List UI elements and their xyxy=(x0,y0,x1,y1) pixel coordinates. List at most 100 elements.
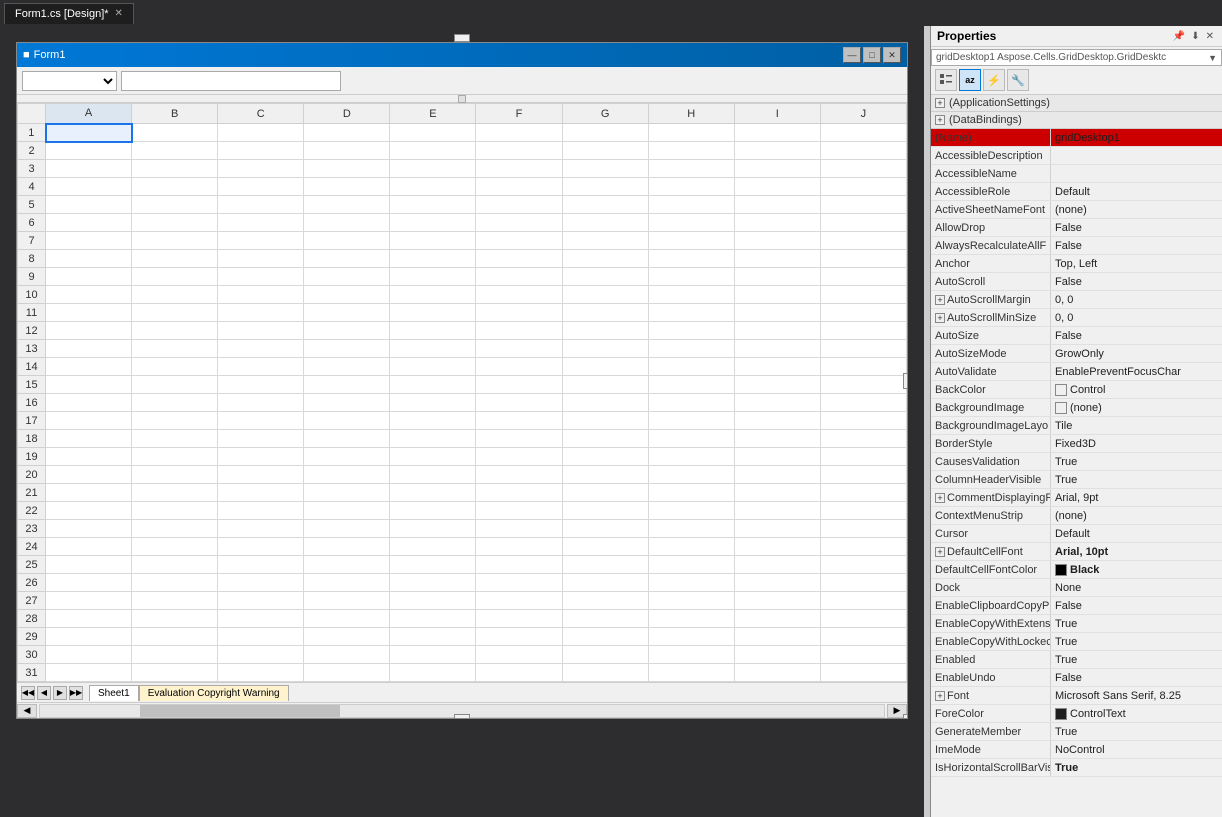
cell-G14[interactable] xyxy=(562,358,648,376)
cell-H28[interactable] xyxy=(648,610,734,628)
cell-I14[interactable] xyxy=(734,358,820,376)
cell-I29[interactable] xyxy=(734,628,820,646)
row-header-5[interactable]: 5 xyxy=(18,196,46,214)
cell-B4[interactable] xyxy=(132,178,218,196)
cell-G20[interactable] xyxy=(562,466,648,484)
cell-E10[interactable] xyxy=(390,286,476,304)
cell-G27[interactable] xyxy=(562,592,648,610)
cell-J8[interactable] xyxy=(820,250,906,268)
cell-H13[interactable] xyxy=(648,340,734,358)
cell-F16[interactable] xyxy=(476,394,562,412)
cell-B12[interactable] xyxy=(132,322,218,340)
row-header-20[interactable]: 20 xyxy=(18,466,46,484)
prop-row-EnableUndo[interactable]: EnableUndoFalse xyxy=(931,669,1222,687)
cell-C28[interactable] xyxy=(218,610,304,628)
tab-form1-design[interactable]: Form1.cs [Design]* ✕ xyxy=(4,3,134,24)
cell-G11[interactable] xyxy=(562,304,648,322)
cell-A3[interactable] xyxy=(46,160,132,178)
cell-B1[interactable] xyxy=(132,124,218,142)
cell-reference-dropdown[interactable] xyxy=(22,71,117,91)
cell-G23[interactable] xyxy=(562,520,648,538)
cell-D4[interactable] xyxy=(304,178,390,196)
scroll-thumb[interactable] xyxy=(140,705,340,717)
cell-H22[interactable] xyxy=(648,502,734,520)
cell-J30[interactable] xyxy=(820,646,906,664)
cell-G12[interactable] xyxy=(562,322,648,340)
cell-F25[interactable] xyxy=(476,556,562,574)
cell-B30[interactable] xyxy=(132,646,218,664)
cell-D17[interactable] xyxy=(304,412,390,430)
cell-I18[interactable] xyxy=(734,430,820,448)
cell-F26[interactable] xyxy=(476,574,562,592)
row-header-24[interactable]: 24 xyxy=(18,538,46,556)
prop-row-Font[interactable]: +FontMicrosoft Sans Serif, 8.25 xyxy=(931,687,1222,705)
cell-J7[interactable] xyxy=(820,232,906,250)
cell-C27[interactable] xyxy=(218,592,304,610)
cell-I3[interactable] xyxy=(734,160,820,178)
cell-A15[interactable] xyxy=(46,376,132,394)
cell-A12[interactable] xyxy=(46,322,132,340)
cell-D12[interactable] xyxy=(304,322,390,340)
cell-G17[interactable] xyxy=(562,412,648,430)
cell-I10[interactable] xyxy=(734,286,820,304)
cell-F18[interactable] xyxy=(476,430,562,448)
cell-F3[interactable] xyxy=(476,160,562,178)
sheet-nav-last[interactable]: ▶▶ xyxy=(69,686,83,700)
cell-D14[interactable] xyxy=(304,358,390,376)
cell-A26[interactable] xyxy=(46,574,132,592)
cell-G9[interactable] xyxy=(562,268,648,286)
cell-H16[interactable] xyxy=(648,394,734,412)
formula-bar[interactable] xyxy=(121,71,341,91)
cell-D20[interactable] xyxy=(304,466,390,484)
cell-C3[interactable] xyxy=(218,160,304,178)
cell-D10[interactable] xyxy=(304,286,390,304)
cell-D7[interactable] xyxy=(304,232,390,250)
cell-D29[interactable] xyxy=(304,628,390,646)
cell-J4[interactable] xyxy=(820,178,906,196)
col-header-J[interactable]: J xyxy=(820,104,906,124)
cell-F11[interactable] xyxy=(476,304,562,322)
cell-J17[interactable] xyxy=(820,412,906,430)
prop-row-CausesValidation[interactable]: CausesValidationTrue xyxy=(931,453,1222,471)
cell-F21[interactable] xyxy=(476,484,562,502)
cell-G31[interactable] xyxy=(562,664,648,682)
cell-A30[interactable] xyxy=(46,646,132,664)
cell-I19[interactable] xyxy=(734,448,820,466)
prop-row-Cursor[interactable]: CursorDefault xyxy=(931,525,1222,543)
cell-F10[interactable] xyxy=(476,286,562,304)
cell-H21[interactable] xyxy=(648,484,734,502)
cell-G5[interactable] xyxy=(562,196,648,214)
cell-A24[interactable] xyxy=(46,538,132,556)
expand-icon-23[interactable]: + xyxy=(935,547,945,557)
cell-J11[interactable] xyxy=(820,304,906,322)
prop-row-CommentDisplayingFo[interactable]: +CommentDisplayingFoArial, 9pt xyxy=(931,489,1222,507)
cell-F12[interactable] xyxy=(476,322,562,340)
prop-row-BackgroundImageLayo[interactable]: BackgroundImageLayoTile xyxy=(931,417,1222,435)
cell-B31[interactable] xyxy=(132,664,218,682)
cell-G29[interactable] xyxy=(562,628,648,646)
cell-G21[interactable] xyxy=(562,484,648,502)
row-header-3[interactable]: 3 xyxy=(18,160,46,178)
cell-F19[interactable] xyxy=(476,448,562,466)
row-header-22[interactable]: 22 xyxy=(18,502,46,520)
cell-B13[interactable] xyxy=(132,340,218,358)
cell-I13[interactable] xyxy=(734,340,820,358)
cell-D2[interactable] xyxy=(304,142,390,160)
prop-row-ColumnHeaderVisible[interactable]: ColumnHeaderVisibleTrue xyxy=(931,471,1222,489)
prop-row-ActiveSheetNameFont[interactable]: ActiveSheetNameFont(none) xyxy=(931,201,1222,219)
cell-H14[interactable] xyxy=(648,358,734,376)
cell-F31[interactable] xyxy=(476,664,562,682)
group-data-bindings[interactable]: + (DataBindings) xyxy=(931,112,1222,129)
cell-I6[interactable] xyxy=(734,214,820,232)
sheet-nav-next[interactable]: ▶ xyxy=(53,686,67,700)
cell-I11[interactable] xyxy=(734,304,820,322)
prop-row-GenerateMember[interactable]: GenerateMemberTrue xyxy=(931,723,1222,741)
cell-B22[interactable] xyxy=(132,502,218,520)
resize-handle-corner[interactable] xyxy=(903,714,908,719)
cell-B16[interactable] xyxy=(132,394,218,412)
cell-I8[interactable] xyxy=(734,250,820,268)
cell-H2[interactable] xyxy=(648,142,734,160)
cell-H3[interactable] xyxy=(648,160,734,178)
prop-row-ForeColor[interactable]: ForeColorControlText xyxy=(931,705,1222,723)
prop-row-IsHorizontalScrollBarVis[interactable]: IsHorizontalScrollBarVisTrue xyxy=(931,759,1222,777)
